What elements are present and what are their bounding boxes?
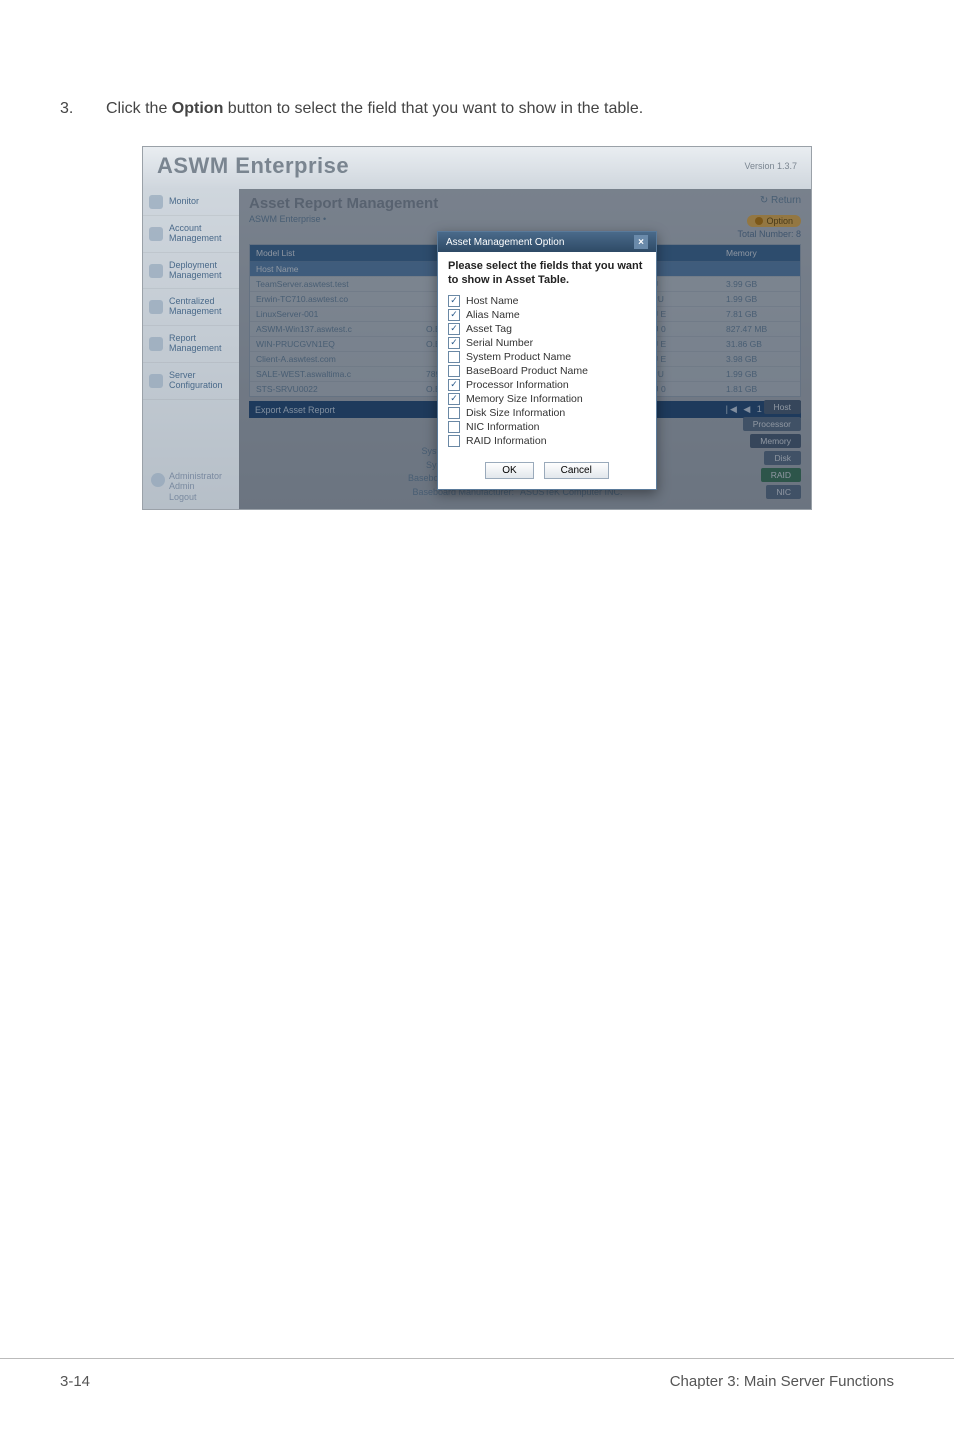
checkbox-icon[interactable] [448, 365, 460, 377]
sidebar-item-deployment[interactable]: Deployment Management [143, 253, 239, 290]
sidebar-item-report[interactable]: Report Management [143, 326, 239, 363]
dialog-titlebar: Asset Management Option × [438, 232, 656, 252]
checkbox-icon[interactable]: ✓ [448, 337, 460, 349]
option-checkbox-row[interactable]: Disk Size Information [448, 406, 646, 420]
ok-button[interactable]: OK [485, 462, 533, 479]
instruction-step: 3. Click the Option button to select the… [60, 100, 894, 118]
dialog-prompt: Please select the fields that you want t… [448, 260, 646, 288]
checkbox-label: RAID Information [466, 435, 547, 447]
sidebar-item-centralized[interactable]: Centralized Management [143, 289, 239, 326]
app-brand: ASWM Enterprise [157, 153, 349, 179]
checkbox-icon[interactable] [448, 435, 460, 447]
checkbox-icon[interactable]: ✓ [448, 393, 460, 405]
asset-option-dialog: Asset Management Option × Please select … [437, 231, 657, 490]
checkbox-label: Serial Number [466, 337, 533, 349]
instruction-text: Click the Option button to select the fi… [106, 100, 643, 118]
option-checkbox-row[interactable]: ✓ Asset Tag [448, 322, 646, 336]
option-checkbox-row[interactable]: ✓ Host Name [448, 294, 646, 308]
close-icon[interactable]: × [634, 235, 648, 249]
option-checkbox-row[interactable]: ✓ Alias Name [448, 308, 646, 322]
sidebar-item-monitor[interactable]: Monitor [143, 189, 239, 216]
checkbox-label: Processor Information [466, 379, 569, 391]
option-checkbox-row[interactable]: ✓ Memory Size Information [448, 392, 646, 406]
checkbox-icon[interactable]: ✓ [448, 309, 460, 321]
option-checkbox-row[interactable]: RAID Information [448, 434, 646, 448]
checkbox-label: NIC Information [466, 421, 540, 433]
page-footer: 3-14 Chapter 3: Main Server Functions [0, 1358, 954, 1390]
screenshot: ASWM Enterprise Version 1.3.7 Monitor Ac… [142, 146, 812, 510]
checkbox-icon[interactable] [448, 351, 460, 363]
sidebar-item-account[interactable]: Account Management [143, 216, 239, 253]
checkbox-label: Alias Name [466, 309, 520, 321]
page-number: 3-14 [60, 1373, 90, 1390]
checkbox-label: Disk Size Information [466, 407, 565, 419]
app-version: Version 1.3.7 [744, 161, 797, 171]
checkbox-label: Asset Tag [466, 323, 512, 335]
option-checkbox-row[interactable]: System Product Name [448, 350, 646, 364]
checkbox-label: Host Name [466, 295, 519, 307]
checkbox-icon[interactable]: ✓ [448, 323, 460, 335]
option-checkbox-row[interactable]: BaseBoard Product Name [448, 364, 646, 378]
sidebar-item-server-config[interactable]: Server Configuration [143, 363, 239, 400]
checkbox-label: System Product Name [466, 351, 571, 363]
checkbox-icon[interactable] [448, 407, 460, 419]
checkbox-icon[interactable] [448, 421, 460, 433]
option-checkbox-row[interactable]: NIC Information [448, 420, 646, 434]
checkbox-icon[interactable]: ✓ [448, 379, 460, 391]
instruction-number: 3. [60, 100, 78, 118]
content-area: Asset Report Management ↻ Return ASWM En… [239, 189, 811, 509]
dialog-title: Asset Management Option [446, 237, 564, 248]
chapter-title: Chapter 3: Main Server Functions [670, 1373, 894, 1390]
checkbox-icon[interactable]: ✓ [448, 295, 460, 307]
cancel-button[interactable]: Cancel [544, 462, 609, 479]
app-header: ASWM Enterprise Version 1.3.7 [143, 147, 811, 189]
checkbox-label: BaseBoard Product Name [466, 365, 588, 377]
option-checkbox-row[interactable]: ✓ Serial Number [448, 336, 646, 350]
sidebar: Monitor Account Management Deployment Ma… [143, 189, 239, 509]
logout-link[interactable]: Logout [169, 492, 222, 503]
checkbox-label: Memory Size Information [466, 393, 583, 405]
option-checkbox-row[interactable]: ✓ Processor Information [448, 378, 646, 392]
admin-block: Administrator Admin Logout [149, 471, 222, 503]
